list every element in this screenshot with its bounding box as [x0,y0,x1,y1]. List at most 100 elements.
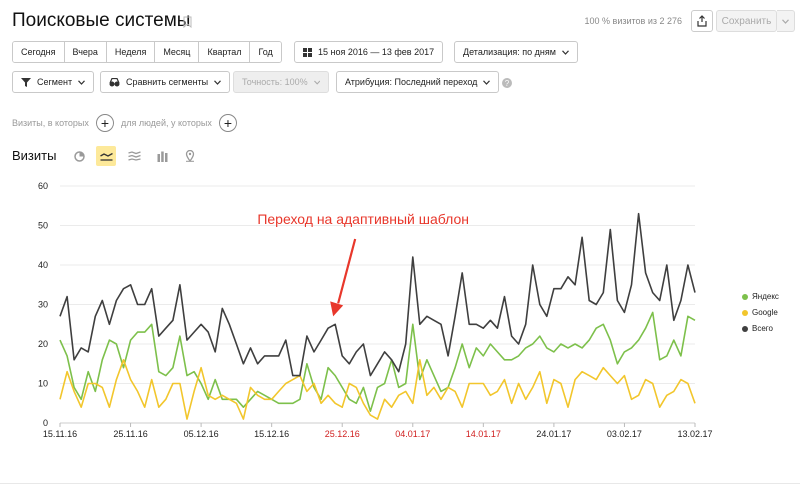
data-point [102,300,104,302]
legend-item-total[interactable]: Всего [742,324,800,333]
segment-dropdown[interactable]: Сегмент [12,71,95,93]
detail-label: Детализация: по дням [463,47,556,57]
period-week[interactable]: Неделя [106,42,156,62]
series-yandex [59,311,696,412]
data-point [560,288,562,290]
period-quarter[interactable]: Квартал [199,42,251,62]
map-chart-type-button[interactable] [180,146,200,166]
data-point [687,316,689,318]
data-point [673,320,675,322]
data-point [278,391,280,393]
data-point [645,272,647,274]
data-point [673,339,675,341]
data-point [299,399,301,401]
data-point [567,276,569,278]
data-point [179,383,181,385]
area-chart-type-button[interactable] [124,146,144,166]
legend-item-google[interactable]: Google [742,308,800,317]
bookmark-icon[interactable] [183,16,192,28]
data-point [172,383,174,385]
save-button[interactable]: Сохранить [716,10,777,32]
data-point [567,406,569,408]
visits-line-chart: 0102030405060 15.11.16 25.11.16 05.12.16 15… [38,181,713,439]
data-point [454,391,456,393]
share-button[interactable] [691,10,713,32]
data-point [511,359,513,361]
data-point [617,383,619,385]
data-point [334,402,336,404]
chevron-down-icon [78,79,86,85]
add-people-condition-button[interactable]: + [219,114,237,132]
data-point [518,355,520,357]
data-point [680,379,682,381]
data-point [94,383,96,385]
data-point [250,399,252,401]
help-icon[interactable]: ? [502,78,512,88]
data-point [659,359,661,361]
data-point [320,402,322,404]
period-today[interactable]: Сегодня [13,42,65,62]
data-point [490,343,492,345]
data-point [165,327,167,329]
data-point [356,387,358,389]
data-point [567,347,569,349]
map-pin-icon [185,150,195,162]
data-point [313,383,315,385]
accuracy-dropdown[interactable]: Точность: 100% [233,71,329,93]
data-point [694,402,696,404]
detail-dropdown[interactable]: Детализация: по дням [454,41,578,63]
data-point [638,213,640,215]
save-options-button[interactable] [777,10,795,32]
data-point [426,316,428,318]
pie-chart-type-button[interactable] [69,146,89,166]
data-point [137,391,139,393]
data-point [511,335,513,337]
data-point [278,402,280,404]
data-point [504,296,506,298]
data-point [214,379,216,381]
add-visits-condition-button[interactable]: + [96,114,114,132]
data-point [370,375,372,377]
data-point [574,343,576,345]
data-point [468,367,470,369]
data-point [341,387,343,389]
data-point [412,323,414,325]
data-point [588,339,590,341]
line-chart-type-button[interactable] [96,146,116,166]
data-point [348,383,350,385]
period-yesterday[interactable]: Вчера [64,42,107,62]
x-tick-label: 25.12.16 [325,429,360,439]
data-point [581,237,583,239]
data-point [574,379,576,381]
data-point [504,379,506,381]
data-point [475,383,477,385]
data-point [264,399,266,401]
data-point [638,339,640,341]
data-point [546,347,548,349]
data-point [645,379,647,381]
date-range-button[interactable]: 15 ноя 2016 — 13 фев 2017 [294,41,444,63]
data-point [66,355,68,357]
data-point [179,335,181,337]
compare-segments-dropdown[interactable]: Сравнить сегменты [100,71,231,93]
data-point [116,379,118,381]
legend-item-yandex[interactable]: Яндекс [742,292,800,301]
data-point [116,300,118,302]
data-point [207,331,209,333]
bar-chart-type-button[interactable] [152,146,172,166]
data-point [546,316,548,318]
data-point [497,351,499,353]
data-point [475,323,477,325]
y-tick-label: 0 [43,418,48,428]
data-point [151,323,153,325]
chevron-down-icon [214,79,222,85]
data-point [200,383,202,385]
period-month[interactable]: Месяц [155,42,200,62]
attribution-dropdown[interactable]: Атрибуция: Последний переход [336,71,500,93]
annotation-arrow-shaft [337,238,357,304]
x-tick-label: 04.01.17 [395,429,430,439]
period-year[interactable]: Год [250,42,281,62]
data-point [440,399,442,401]
x-tick-label: 14.01.17 [466,429,501,439]
data-point [631,399,633,401]
